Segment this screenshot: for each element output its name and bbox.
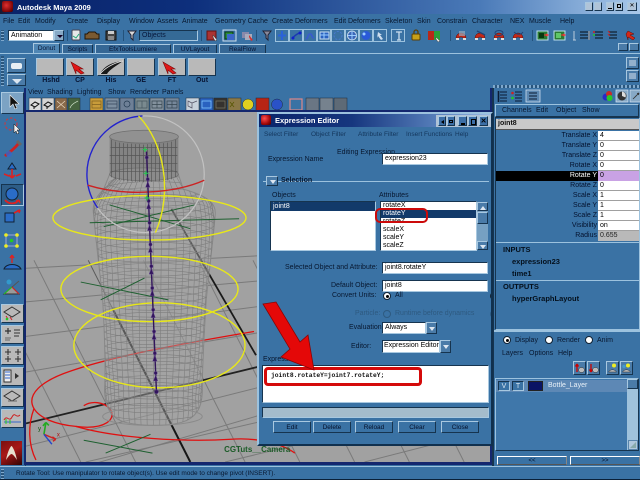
- svg-text:x: x: [57, 432, 60, 438]
- svg-text:y: y: [38, 426, 41, 432]
- svg-text:CGTuts__Camera: CGTuts__Camera: [224, 445, 291, 454]
